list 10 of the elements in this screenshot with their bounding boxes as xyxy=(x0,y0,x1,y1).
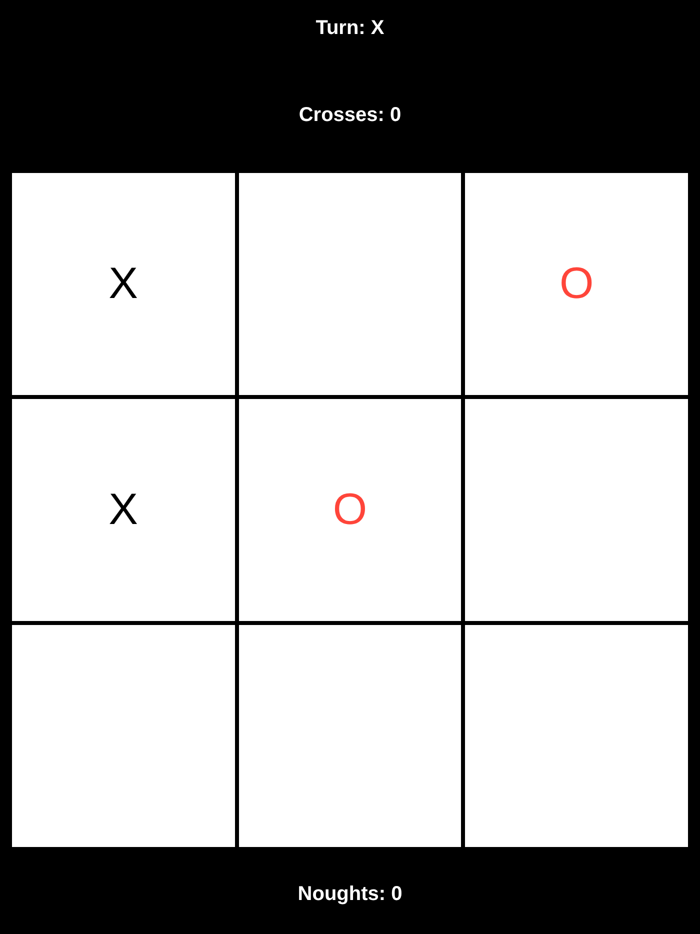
turn-label: Turn: X xyxy=(316,16,384,40)
crosses-score: Crosses: 0 xyxy=(298,102,402,126)
board-cell[interactable] xyxy=(465,625,688,847)
noughts-score: Noughts: 0 xyxy=(298,882,402,906)
board-cell[interactable]: X xyxy=(12,399,235,621)
board-cell[interactable] xyxy=(12,625,235,847)
board-cell[interactable] xyxy=(465,399,688,621)
board-cell[interactable]: X xyxy=(12,173,235,395)
board-cell[interactable] xyxy=(238,173,462,395)
board-cell[interactable] xyxy=(238,625,462,847)
